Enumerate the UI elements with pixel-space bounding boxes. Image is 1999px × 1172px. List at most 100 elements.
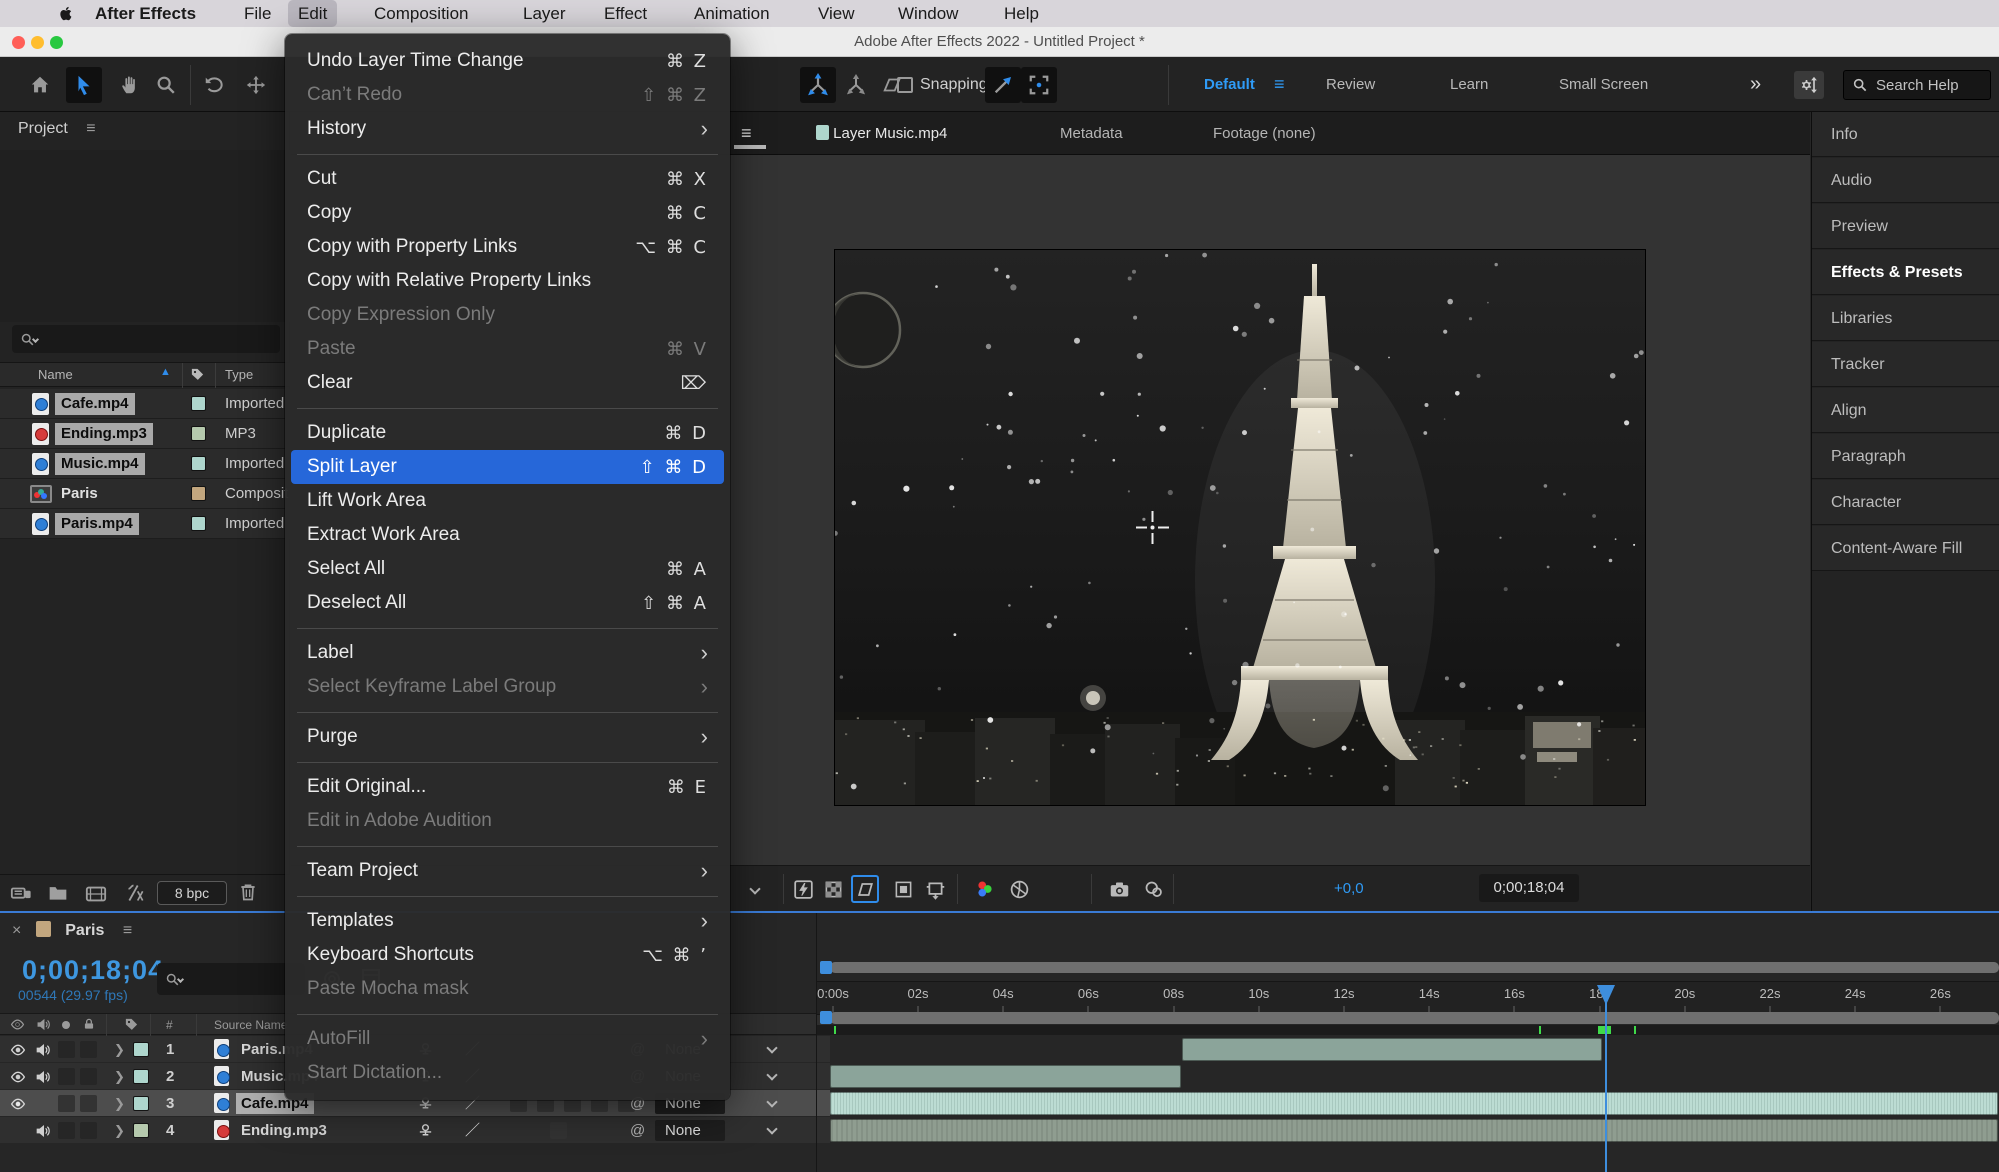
panel-paragraph[interactable]: Paragraph [1812, 434, 1999, 479]
timeline-menu-icon[interactable]: ≡ [123, 922, 132, 939]
eye-icon[interactable] [10, 1069, 26, 1085]
workspace-overflow-chevrons[interactable]: » [1750, 57, 1761, 112]
label-color-chip[interactable] [191, 486, 206, 501]
menu-item-copy-relative-property-links[interactable]: Copy with Relative Property Links [285, 264, 730, 298]
timeline-search-box[interactable] [157, 963, 305, 995]
menu-item-copy-property-links[interactable]: Copy with Property Links⌥ ⌘ C [285, 230, 730, 264]
menu-window[interactable]: Window [888, 0, 968, 27]
transparency-grid-icon[interactable] [819, 875, 847, 903]
tab-footage[interactable]: Footage (none) [1213, 112, 1316, 155]
eye-icon[interactable] [10, 1096, 26, 1112]
menu-item-lift-work-area[interactable]: Lift Work Area [285, 484, 730, 518]
show-channels-icon[interactable] [971, 875, 999, 903]
zoom-tool-icon[interactable] [148, 67, 184, 103]
timeline-horizontal-scrollbar[interactable] [830, 962, 1999, 973]
menu-item-purge[interactable]: Purge› [285, 720, 730, 754]
tab-layer-music[interactable]: Layer Music.mp4 [816, 112, 947, 155]
region-of-interest-icon[interactable] [851, 875, 879, 903]
fast-preview-icon[interactable] [789, 875, 817, 903]
expand-chevron-icon[interactable]: ❯ [114, 1063, 125, 1090]
magnification-chevron-icon[interactable] [741, 875, 769, 903]
interpret-footage-icon[interactable] [10, 883, 32, 905]
menu-item-keyboard-shortcuts[interactable]: Keyboard Shortcuts⌥ ⌘ ’ [285, 938, 730, 972]
video-column-eye-icon[interactable] [10, 1017, 25, 1032]
composition-frame[interactable] [835, 250, 1645, 805]
close-tab-icon[interactable]: × [12, 922, 21, 939]
playhead-line[interactable] [1605, 998, 1607, 1172]
expand-chevron-icon[interactable]: ❯ [114, 1090, 125, 1117]
anchor-crosshair[interactable] [1136, 511, 1169, 544]
time-ruler[interactable]: 0:00s02s04s06s08s10s12s14s16s18s20s22s24… [817, 981, 1999, 1015]
menu-item-split-layer[interactable]: Split Layer⇧ ⌘ D [291, 450, 724, 484]
exposure-icon[interactable] [1005, 875, 1033, 903]
panel-align[interactable]: Align [1812, 388, 1999, 433]
parent-dropdown-chevron-icon[interactable] [766, 1096, 777, 1107]
snapshot-camera-icon[interactable] [1105, 875, 1133, 903]
project-row-paris-comp[interactable]: Paris Composition [0, 479, 290, 509]
scrollbar-left-cap[interactable] [820, 961, 832, 974]
mask-visibility-icon[interactable] [889, 875, 917, 903]
bit-depth-button[interactable]: 8 bpc [157, 881, 227, 905]
menu-item-templates[interactable]: Templates› [285, 904, 730, 938]
viewer-timecode[interactable]: 0;00;18;04 [1479, 874, 1579, 902]
local-axis-mode-icon[interactable] [800, 67, 836, 103]
menu-layer[interactable]: Layer [513, 0, 576, 27]
project-row-music[interactable]: Music.mp4 Imported [0, 449, 290, 479]
menu-file[interactable]: File [234, 0, 281, 27]
menu-item-undo[interactable]: Undo Layer Time Change⌘ Z [285, 44, 730, 78]
tab-metadata[interactable]: Metadata [1060, 112, 1123, 155]
current-timecode[interactable]: 0;00;18;04 [22, 955, 164, 986]
menu-item-history[interactable]: History› [285, 112, 730, 146]
quality-icon[interactable]: ／ [465, 1117, 480, 1144]
label-column-tag-icon[interactable] [124, 1017, 139, 1032]
solo-column-icon[interactable] [62, 1021, 70, 1029]
shy-icon[interactable] [417, 1122, 434, 1139]
label-color-chip[interactable] [191, 456, 206, 471]
number-column[interactable]: # [166, 1018, 173, 1032]
speaker-icon[interactable] [35, 1123, 51, 1139]
menu-item-deselect-all[interactable]: Deselect All⇧ ⌘ A [285, 586, 730, 620]
search-help-box[interactable]: Search Help [1843, 70, 1991, 100]
eye-icon[interactable] [10, 1042, 26, 1058]
menu-composition[interactable]: Composition [364, 0, 479, 27]
menu-effect[interactable]: Effect [594, 0, 657, 27]
menu-item-copy[interactable]: Copy⌘ C [285, 196, 730, 230]
menu-item-clear[interactable]: Clear⌦ [285, 366, 730, 400]
layer-color-chip[interactable] [133, 1123, 149, 1138]
layer-bar-2[interactable] [830, 1065, 1181, 1088]
speaker-icon[interactable] [35, 1069, 51, 1085]
panel-tracker[interactable]: Tracker [1812, 342, 1999, 387]
label-color-chip[interactable] [191, 426, 206, 441]
work-area-left-cap[interactable] [820, 1011, 832, 1024]
menu-edit[interactable]: Edit [288, 0, 337, 27]
panel-drag-bar[interactable] [734, 145, 766, 149]
work-area-bar[interactable] [830, 1012, 1999, 1024]
parent-dropdown-chevron-icon[interactable] [766, 1069, 777, 1080]
parent-pickwhip-icon[interactable]: @ [630, 1117, 645, 1144]
layer-bar-1[interactable] [1182, 1038, 1602, 1061]
project-search-box[interactable] [12, 325, 280, 353]
hand-tool-icon[interactable] [112, 67, 148, 103]
workspace-tab-review[interactable]: Review [1326, 57, 1375, 112]
snap-arrow-icon[interactable] [985, 67, 1021, 103]
apple-menu-icon[interactable] [48, 0, 85, 27]
source-name-column[interactable]: Source Name [214, 1018, 287, 1032]
layer-bar-3-selected[interactable] [830, 1092, 1998, 1115]
project-settings-icon[interactable] [126, 883, 146, 903]
label-color-chip[interactable] [191, 516, 206, 531]
panel-effects-presets[interactable]: Effects & Presets [1812, 250, 1999, 295]
snapping-checkbox[interactable] [897, 77, 913, 93]
panel-content-aware-fill[interactable]: Content-Aware Fill [1812, 526, 1999, 571]
workspace-settings-icon[interactable] [1794, 71, 1824, 99]
panel-info[interactable]: Info [1812, 112, 1999, 157]
sort-ascending-icon[interactable]: ▲ [160, 366, 171, 378]
project-row-ending[interactable]: Ending.mp3 MP3 [0, 419, 290, 449]
menu-animation[interactable]: Animation [684, 0, 780, 27]
new-folder-icon[interactable] [48, 883, 68, 903]
audio-column-speaker-icon[interactable] [36, 1017, 51, 1032]
label-column-tag-icon[interactable] [190, 367, 205, 382]
workspace-menu-icon[interactable]: ≡ [1274, 57, 1285, 112]
selection-tool-icon[interactable] [66, 67, 102, 103]
menu-item-extract-work-area[interactable]: Extract Work Area [285, 518, 730, 552]
rotate-tool-icon[interactable] [196, 67, 232, 103]
